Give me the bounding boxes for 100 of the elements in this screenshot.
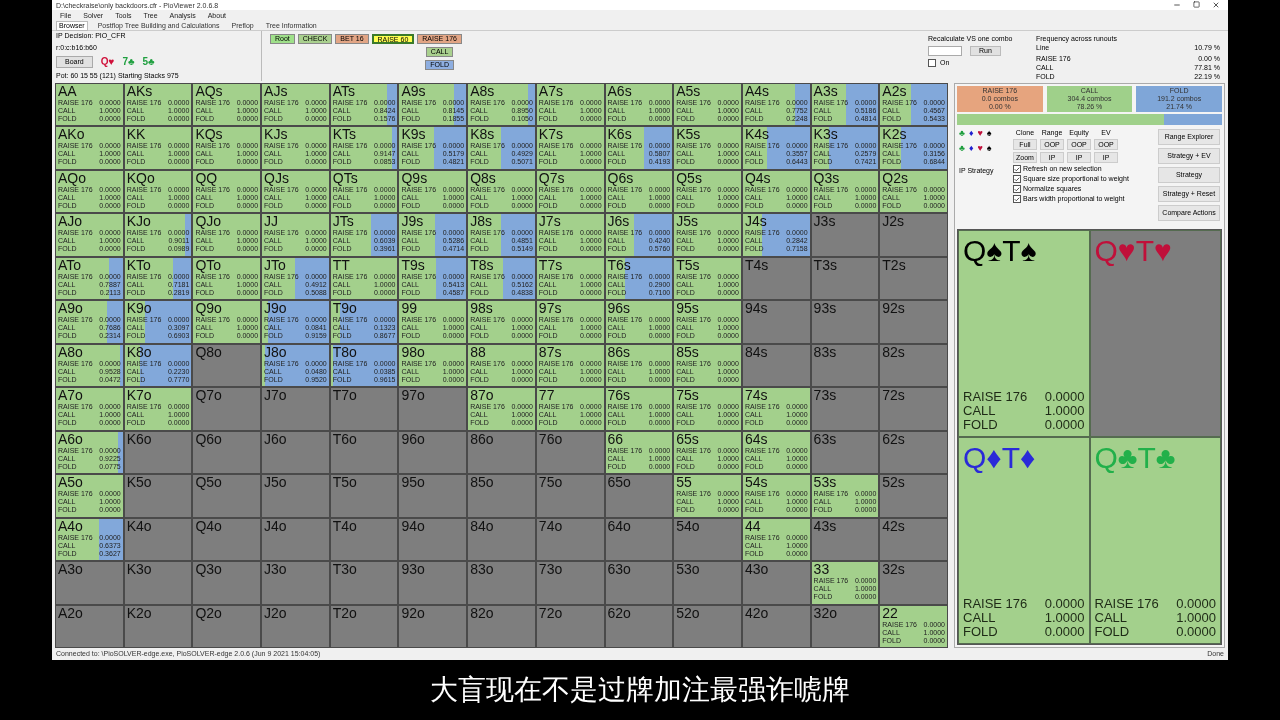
hand-cell[interactable]: T6o	[329, 430, 399, 475]
hand-cell[interactable]: 63o	[604, 561, 674, 605]
hand-cell[interactable]: Q8o	[192, 343, 262, 388]
hand-cell[interactable]: K3o	[123, 561, 193, 605]
hand-cell[interactable]: 96o	[398, 430, 468, 475]
hand-cell[interactable]: 92o	[398, 604, 468, 648]
hand-cell[interactable]: T5o	[329, 474, 399, 518]
checkbox[interactable]	[1013, 175, 1021, 183]
hand-cell[interactable]: 86o	[467, 430, 536, 475]
hand-cell[interactable]: J2o	[261, 604, 330, 648]
hand-cell[interactable]: 95o	[398, 474, 468, 518]
hand-cell[interactable]: Q6o	[192, 430, 262, 475]
hand-cell[interactable]: 64o	[604, 517, 674, 562]
hand-cell[interactable]: Q2o	[192, 604, 262, 648]
hand-cell[interactable]: T4o	[329, 517, 399, 562]
hand-cell[interactable]: K2o	[123, 604, 193, 648]
hand-label: Q4s	[744, 170, 772, 186]
hand-cell[interactable]: T2s	[879, 256, 948, 301]
hand-cell[interactable]: 74o	[535, 517, 605, 562]
hand-cell[interactable]: 32s	[879, 561, 948, 605]
action-label: CALL	[963, 404, 996, 418]
hand-cell[interactable]: 94o	[398, 517, 468, 562]
hand-cell[interactable]: 52s	[879, 474, 948, 518]
checkbox[interactable]	[928, 59, 936, 67]
hand-cell[interactable]: 82o	[467, 604, 536, 648]
hand-cell[interactable]: K4o	[123, 517, 193, 562]
hand-cell[interactable]: 42s	[879, 517, 948, 562]
hand-cell[interactable]: T3s	[810, 256, 880, 301]
hand-cell[interactable]: 62s	[879, 430, 948, 475]
hand-cell[interactable]: 72o	[535, 604, 605, 648]
hand-cell[interactable]: 63s	[810, 430, 880, 475]
suit-filter[interactable]: ♠	[986, 129, 992, 138]
hand-cell[interactable]: J3o	[261, 561, 330, 605]
hand-cell[interactable]: 43s	[810, 517, 880, 562]
combo-card[interactable]: Q♣T♣ RAISE 176 0.0000 CALL 1.0000 FOLD 0.0000	[1089, 437, 1221, 644]
hand-cell[interactable]: T3o	[329, 561, 399, 605]
hand-cell[interactable]: Q4o	[192, 517, 262, 562]
hand-label: KJs	[264, 127, 289, 143]
hand-cell[interactable]: 62o	[604, 604, 674, 648]
hand-cell[interactable]: Q7o	[192, 387, 262, 431]
hand-cell[interactable]: 93o	[398, 561, 468, 605]
hand-cell[interactable]: A2o	[55, 604, 124, 648]
hand-label: Q2o	[195, 605, 223, 621]
hand-cell[interactable]: 75o	[535, 474, 605, 518]
suit-filter[interactable]: ♥	[977, 129, 983, 138]
hand-cell[interactable]: J5o	[261, 474, 330, 518]
hand-cell[interactable]: 73o	[535, 561, 605, 605]
hand-cell[interactable]: T2o	[329, 604, 399, 648]
hand-cell[interactable]: 76o	[535, 430, 605, 475]
hand-label: 92o	[401, 605, 426, 621]
hand-cell[interactable]: 92s	[879, 300, 948, 344]
hand-label: 43s	[813, 518, 838, 534]
hand-cell[interactable]: 97o	[398, 387, 468, 431]
hand-cell[interactable]: A3o	[55, 561, 124, 605]
hand-label: K6o	[126, 431, 153, 447]
checkbox[interactable]	[1013, 195, 1021, 203]
checkbox[interactable]	[1013, 165, 1021, 173]
suit-filter[interactable]: ♠	[986, 144, 992, 153]
suit-filter[interactable]: ♦	[968, 129, 974, 138]
hand-cell[interactable]: 93s	[810, 300, 880, 344]
hand-cell[interactable]: 94s	[741, 300, 811, 344]
suit-filter[interactable]: ♥	[977, 144, 983, 153]
hand-cell[interactable]: 53o	[673, 561, 742, 605]
combo-card[interactable]: Q♠T♠ RAISE 176 0.0000 CALL 1.0000 FOLD 0.0000	[958, 230, 1090, 437]
hand-cell[interactable]: Q5o	[192, 474, 262, 518]
hand-cell[interactable]: T4s	[741, 256, 811, 301]
hand-cell[interactable]: K5o	[123, 474, 193, 518]
hand-cell[interactable]: J4o	[261, 517, 330, 562]
hand-cell[interactable]: J7o	[261, 387, 330, 431]
hand-cell[interactable]: 42o	[741, 604, 811, 648]
hand-cell[interactable]: 43o	[741, 561, 811, 605]
hand-label: J7o	[264, 388, 288, 404]
hand-cell[interactable]: J2s	[879, 213, 948, 257]
hand-cell[interactable]: 83o	[467, 561, 536, 605]
card-label: 5♣	[142, 58, 155, 66]
hand-cell[interactable]: J6o	[261, 430, 330, 475]
hand-cell[interactable]: J3s	[810, 213, 880, 257]
hand-cell[interactable]: 52o	[673, 604, 742, 648]
maximize-icon[interactable]	[1193, 1, 1200, 8]
hand-cell[interactable]: 83s	[810, 343, 880, 388]
close-icon[interactable]	[1212, 1, 1220, 9]
hand-cell[interactable]: 84o	[467, 517, 536, 562]
hand-cell[interactable]: Q3o	[192, 561, 262, 605]
hand-cell[interactable]: 73s	[810, 387, 880, 431]
hand-label: K8s	[470, 127, 496, 143]
hand-cell[interactable]: 32o	[810, 604, 880, 648]
hand-label: J2o	[264, 605, 288, 621]
combo-field[interactable]	[928, 46, 962, 56]
hand-label: Q7o	[195, 388, 223, 404]
checkbox[interactable]	[1013, 185, 1021, 193]
hand-cell[interactable]: 72s	[879, 387, 948, 431]
hand-cell[interactable]: 85o	[467, 474, 536, 518]
hand-cell[interactable]: K6o	[123, 430, 193, 475]
suit-filter[interactable]: ♦	[968, 144, 974, 153]
hand-cell[interactable]: 82s	[879, 343, 948, 388]
hand-cell[interactable]: 54o	[673, 517, 742, 562]
hand-cell[interactable]: 65o	[604, 474, 674, 518]
combo-card[interactable]: Q♦T♦ RAISE 176 0.0000 CALL 1.0000 FOLD 0.0000	[958, 437, 1090, 644]
hand-cell[interactable]: 84s	[741, 343, 811, 388]
hand-cell[interactable]: T7o	[329, 387, 399, 431]
